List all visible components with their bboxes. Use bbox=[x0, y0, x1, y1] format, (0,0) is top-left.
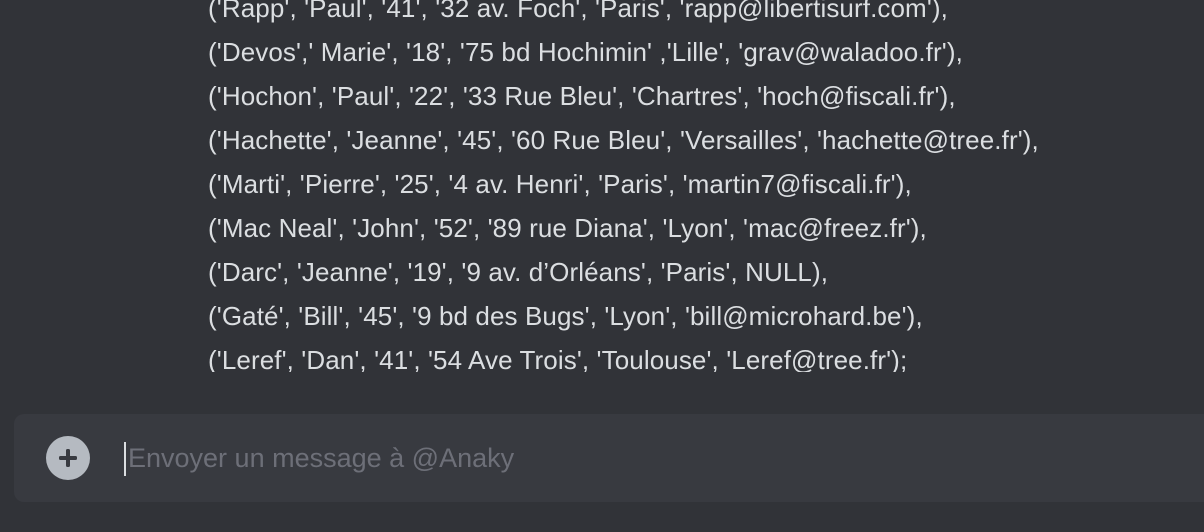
message-composer bbox=[14, 414, 1204, 502]
message-line: ('Rapp', 'Paul', '41', '32 av. Foch', 'P… bbox=[208, 0, 948, 23]
message-line: ('Hachette', 'Jeanne', '45', '60 Rue Ble… bbox=[208, 125, 1039, 155]
code-message: ('Rapp', 'Paul', '41', '32 av. Foch', 'P… bbox=[208, 0, 1039, 372]
chat-window: ('Rapp', 'Paul', '41', '32 av. Foch', 'P… bbox=[0, 0, 1204, 532]
message-line: ('Gaté', 'Bill', '45', '9 bd des Bugs', … bbox=[208, 301, 923, 331]
message-line: ('Mac Neal', 'John', '52', '89 rue Diana… bbox=[208, 213, 927, 243]
message-line: ('Leref', 'Dan', '41', '54 Ave Trois', '… bbox=[208, 345, 908, 372]
message-line: ('Darc', 'Jeanne', '19', '9 av. d’Orléan… bbox=[208, 257, 829, 287]
plus-circle-icon bbox=[59, 449, 77, 467]
message-input[interactable] bbox=[124, 436, 1128, 480]
composer-area bbox=[0, 372, 1204, 532]
message-list: ('Rapp', 'Paul', '41', '32 av. Foch', 'P… bbox=[0, 0, 1204, 372]
message-line: ('Marti', 'Pierre', '25', '4 av. Henri',… bbox=[208, 169, 912, 199]
message-line: ('Hochon', 'Paul', '22', '33 Rue Bleu', … bbox=[208, 81, 956, 111]
add-attachment-button[interactable] bbox=[46, 436, 90, 480]
message-input-wrapper bbox=[124, 436, 1128, 480]
message-line: ('Devos',' Marie', '18', '75 bd Hochimin… bbox=[208, 37, 963, 67]
